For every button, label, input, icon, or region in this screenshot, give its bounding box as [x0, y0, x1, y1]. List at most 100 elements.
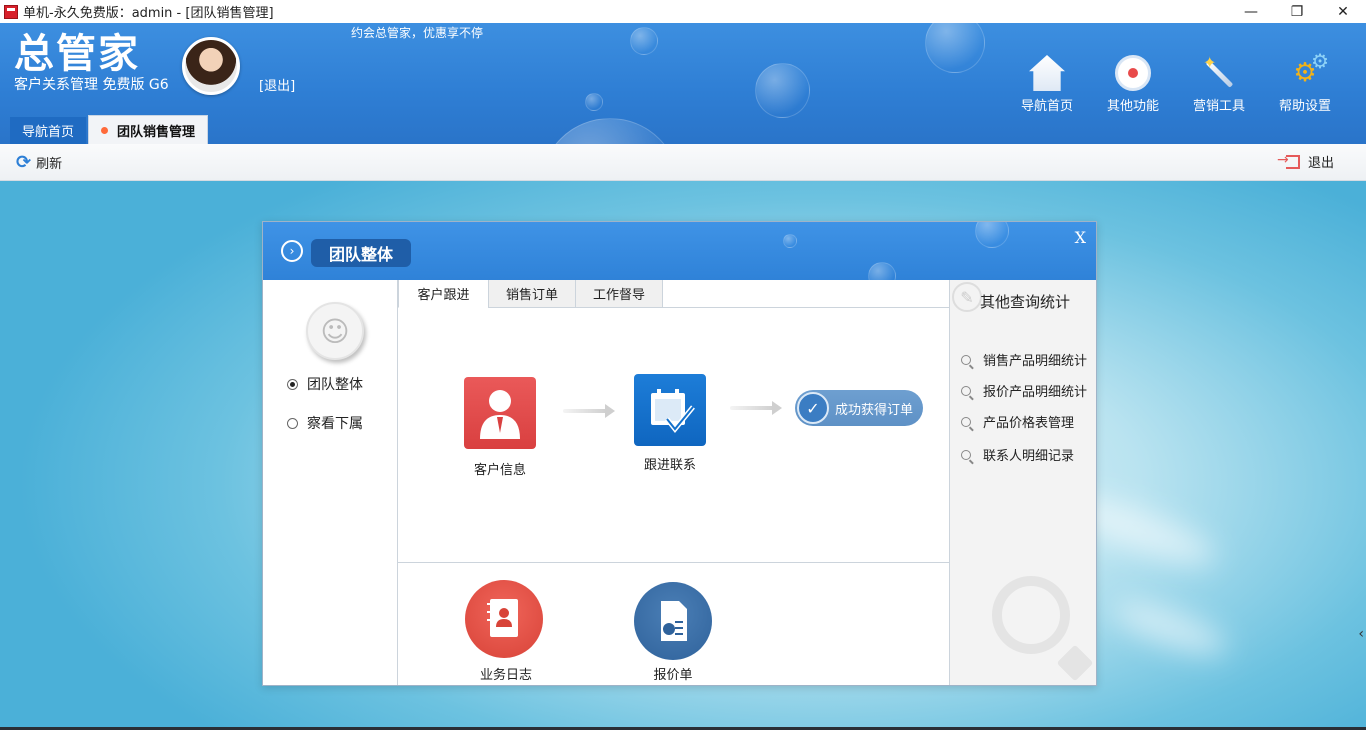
radio-team-overall-label: 团队整体: [307, 377, 363, 393]
magic-wand-icon: [1201, 53, 1237, 91]
window-title: 单机-永久免费版：admin - [团队销售管理]: [23, 6, 274, 21]
minimize-button[interactable]: —: [1228, 0, 1274, 23]
inner-tabs: 客户跟进 销售订单 工作督导: [398, 280, 949, 308]
user-placeholder-icon: ☺: [306, 302, 364, 360]
document-money-icon: [661, 601, 687, 641]
nav-marketing-tools-button[interactable]: 营销工具: [1176, 53, 1262, 114]
maximize-button[interactable]: ❐: [1274, 0, 1320, 23]
query-item-label: 产品价格表管理: [983, 416, 1075, 431]
query-item-label: 联系人明细记录: [983, 449, 1075, 464]
search-icon: [961, 416, 971, 427]
query-contact-detail[interactable]: 联系人明细记录: [961, 445, 1074, 464]
decor-bubble: [925, 23, 985, 73]
pen-icon: ✎: [952, 282, 982, 312]
notebook-icon: [487, 599, 518, 637]
other-query-panel: ✎ 其他查询统计 销售产品明细统计 报价产品明细统计 产品价格表管理 联系人明细…: [949, 280, 1096, 685]
customer-info-tile[interactable]: [464, 377, 536, 449]
home-icon: [1029, 55, 1065, 91]
collapse-chevron-icon[interactable]: ‹: [1358, 626, 1364, 642]
radio-view-subordinates-label: 察看下属: [307, 416, 363, 432]
query-price-list[interactable]: 产品价格表管理: [961, 412, 1074, 431]
follow-up-tile[interactable]: [634, 374, 706, 446]
dialog-close-button[interactable]: X: [1075, 228, 1086, 247]
business-log-button[interactable]: [465, 580, 543, 658]
decor-bubble: [585, 93, 603, 111]
order-success-label: 成功获得订单: [835, 402, 914, 418]
order-success-badge[interactable]: ✓ 成功获得订单: [795, 390, 924, 426]
refresh-button[interactable]: ⟳ 刷新: [16, 152, 62, 173]
calendar-check-icon: [651, 389, 695, 433]
nav-other-functions-button[interactable]: 其他功能: [1090, 55, 1176, 114]
nav-home-button[interactable]: 导航首页: [1004, 55, 1090, 114]
window-controls: — ❐ ✕: [1228, 0, 1366, 23]
promo-text[interactable]: 约会总管家，优惠享不停: [351, 24, 483, 41]
brand: 总管家 客户关系管理 免费版 G6: [14, 31, 169, 93]
user-avatar[interactable]: [182, 37, 240, 95]
followup-flow: 客户信息 跟进联系 ✓ 成功获得订单: [398, 309, 949, 563]
search-icon: [961, 354, 971, 365]
dialog-left-panel: ☺ 团队整体 察看下属: [263, 280, 398, 685]
nav-home-label: 导航首页: [1020, 99, 1073, 114]
tab-team-sales-label: 团队销售管理: [117, 124, 196, 140]
tab-sales-orders[interactable]: 销售订单: [488, 280, 576, 308]
compass-icon: [1115, 55, 1151, 91]
dialog-header: › 团队整体 X: [263, 222, 1096, 280]
magnifier-watermark-icon: [992, 576, 1070, 654]
flow-arrow-icon: [563, 404, 615, 418]
search-icon: [961, 385, 971, 396]
radio-team-overall[interactable]: 团队整体: [287, 374, 363, 394]
person-icon: [480, 390, 520, 439]
decor-bubble: [783, 234, 797, 248]
exit-button[interactable]: 退出: [1277, 152, 1334, 172]
app-icon: [4, 4, 18, 19]
tab-team-sales[interactable]: 团队销售管理: [88, 115, 209, 144]
exit-label: 退出: [1307, 156, 1334, 171]
toolbar: ⟳ 刷新 退出: [0, 144, 1366, 181]
tab-customer-followup[interactable]: 客户跟进: [398, 280, 489, 308]
query-quote-product-detail[interactable]: 报价产品明细统计: [961, 381, 1087, 400]
decor-bubble: [868, 262, 896, 280]
query-item-label: 销售产品明细统计: [983, 354, 1088, 369]
query-sales-product-detail[interactable]: 销售产品明细统计: [961, 350, 1087, 369]
gear-icon: ⚙ ⚙: [1293, 49, 1329, 88]
decor-bubble: [755, 63, 810, 118]
radio-checked-icon: [287, 378, 298, 390]
query-item-label: 报价产品明细统计: [983, 385, 1088, 400]
chevron-right-icon: ›: [281, 240, 303, 262]
decor-bubble: [630, 27, 658, 55]
nav-help-settings-button[interactable]: ⚙ ⚙ 帮助设置: [1262, 49, 1348, 114]
app-logo: 总管家: [14, 31, 140, 77]
title-bar: 单机-永久免费版：admin - [团队销售管理] — ❐ ✕: [0, 0, 1366, 23]
exit-icon: [1277, 152, 1300, 169]
tab-home[interactable]: 导航首页: [10, 117, 87, 144]
nav-help-settings-label: 帮助设置: [1278, 99, 1331, 114]
decor-bubble: [540, 118, 680, 144]
app-subtitle: 客户关系管理 免费版 G6: [14, 77, 169, 93]
check-icon: ✓: [797, 392, 829, 424]
tab-work-supervision[interactable]: 工作督导: [575, 280, 663, 308]
radio-unchecked-icon: [287, 417, 298, 429]
tab-dot-icon: [101, 126, 109, 134]
main-tabs: 导航首页 团队销售管理: [10, 115, 209, 144]
decor-streak: [1107, 591, 1233, 665]
team-overview-dialog: › 团队整体 X ☺ 团队整体 察看下属 客户跟进 销售订单 工作督导 客户信息…: [262, 221, 1097, 686]
decor-bubble: [975, 222, 1009, 248]
magnifier-handle-decor: [1056, 644, 1094, 682]
logout-link[interactable]: [退出]: [259, 75, 295, 94]
dialog-main-panel: 客户跟进 销售订单 工作督导 客户信息 跟进联系 ✓ 成功获得订单 业务日志 报…: [398, 280, 949, 685]
business-log-label: 业务日志: [479, 668, 532, 683]
follow-up-label: 跟进联系: [643, 458, 696, 473]
nav-marketing-tools-label: 营销工具: [1192, 99, 1245, 114]
refresh-icon: ⟳: [16, 152, 32, 173]
quotation-button[interactable]: [634, 582, 712, 660]
customer-info-label: 客户信息: [473, 463, 526, 478]
other-query-title: 其他查询统计: [980, 293, 1071, 311]
nav-other-functions-label: 其他功能: [1106, 99, 1159, 114]
flow-arrow-icon: [730, 401, 782, 415]
radio-view-subordinates[interactable]: 察看下属: [287, 413, 363, 433]
close-button[interactable]: ✕: [1320, 0, 1366, 23]
search-icon: [961, 449, 971, 460]
header-nav: 导航首页 其他功能 营销工具 ⚙⚙ 帮助设置: [1004, 49, 1348, 114]
dialog-title: 团队整体: [311, 239, 412, 267]
refresh-label: 刷新: [36, 157, 63, 172]
